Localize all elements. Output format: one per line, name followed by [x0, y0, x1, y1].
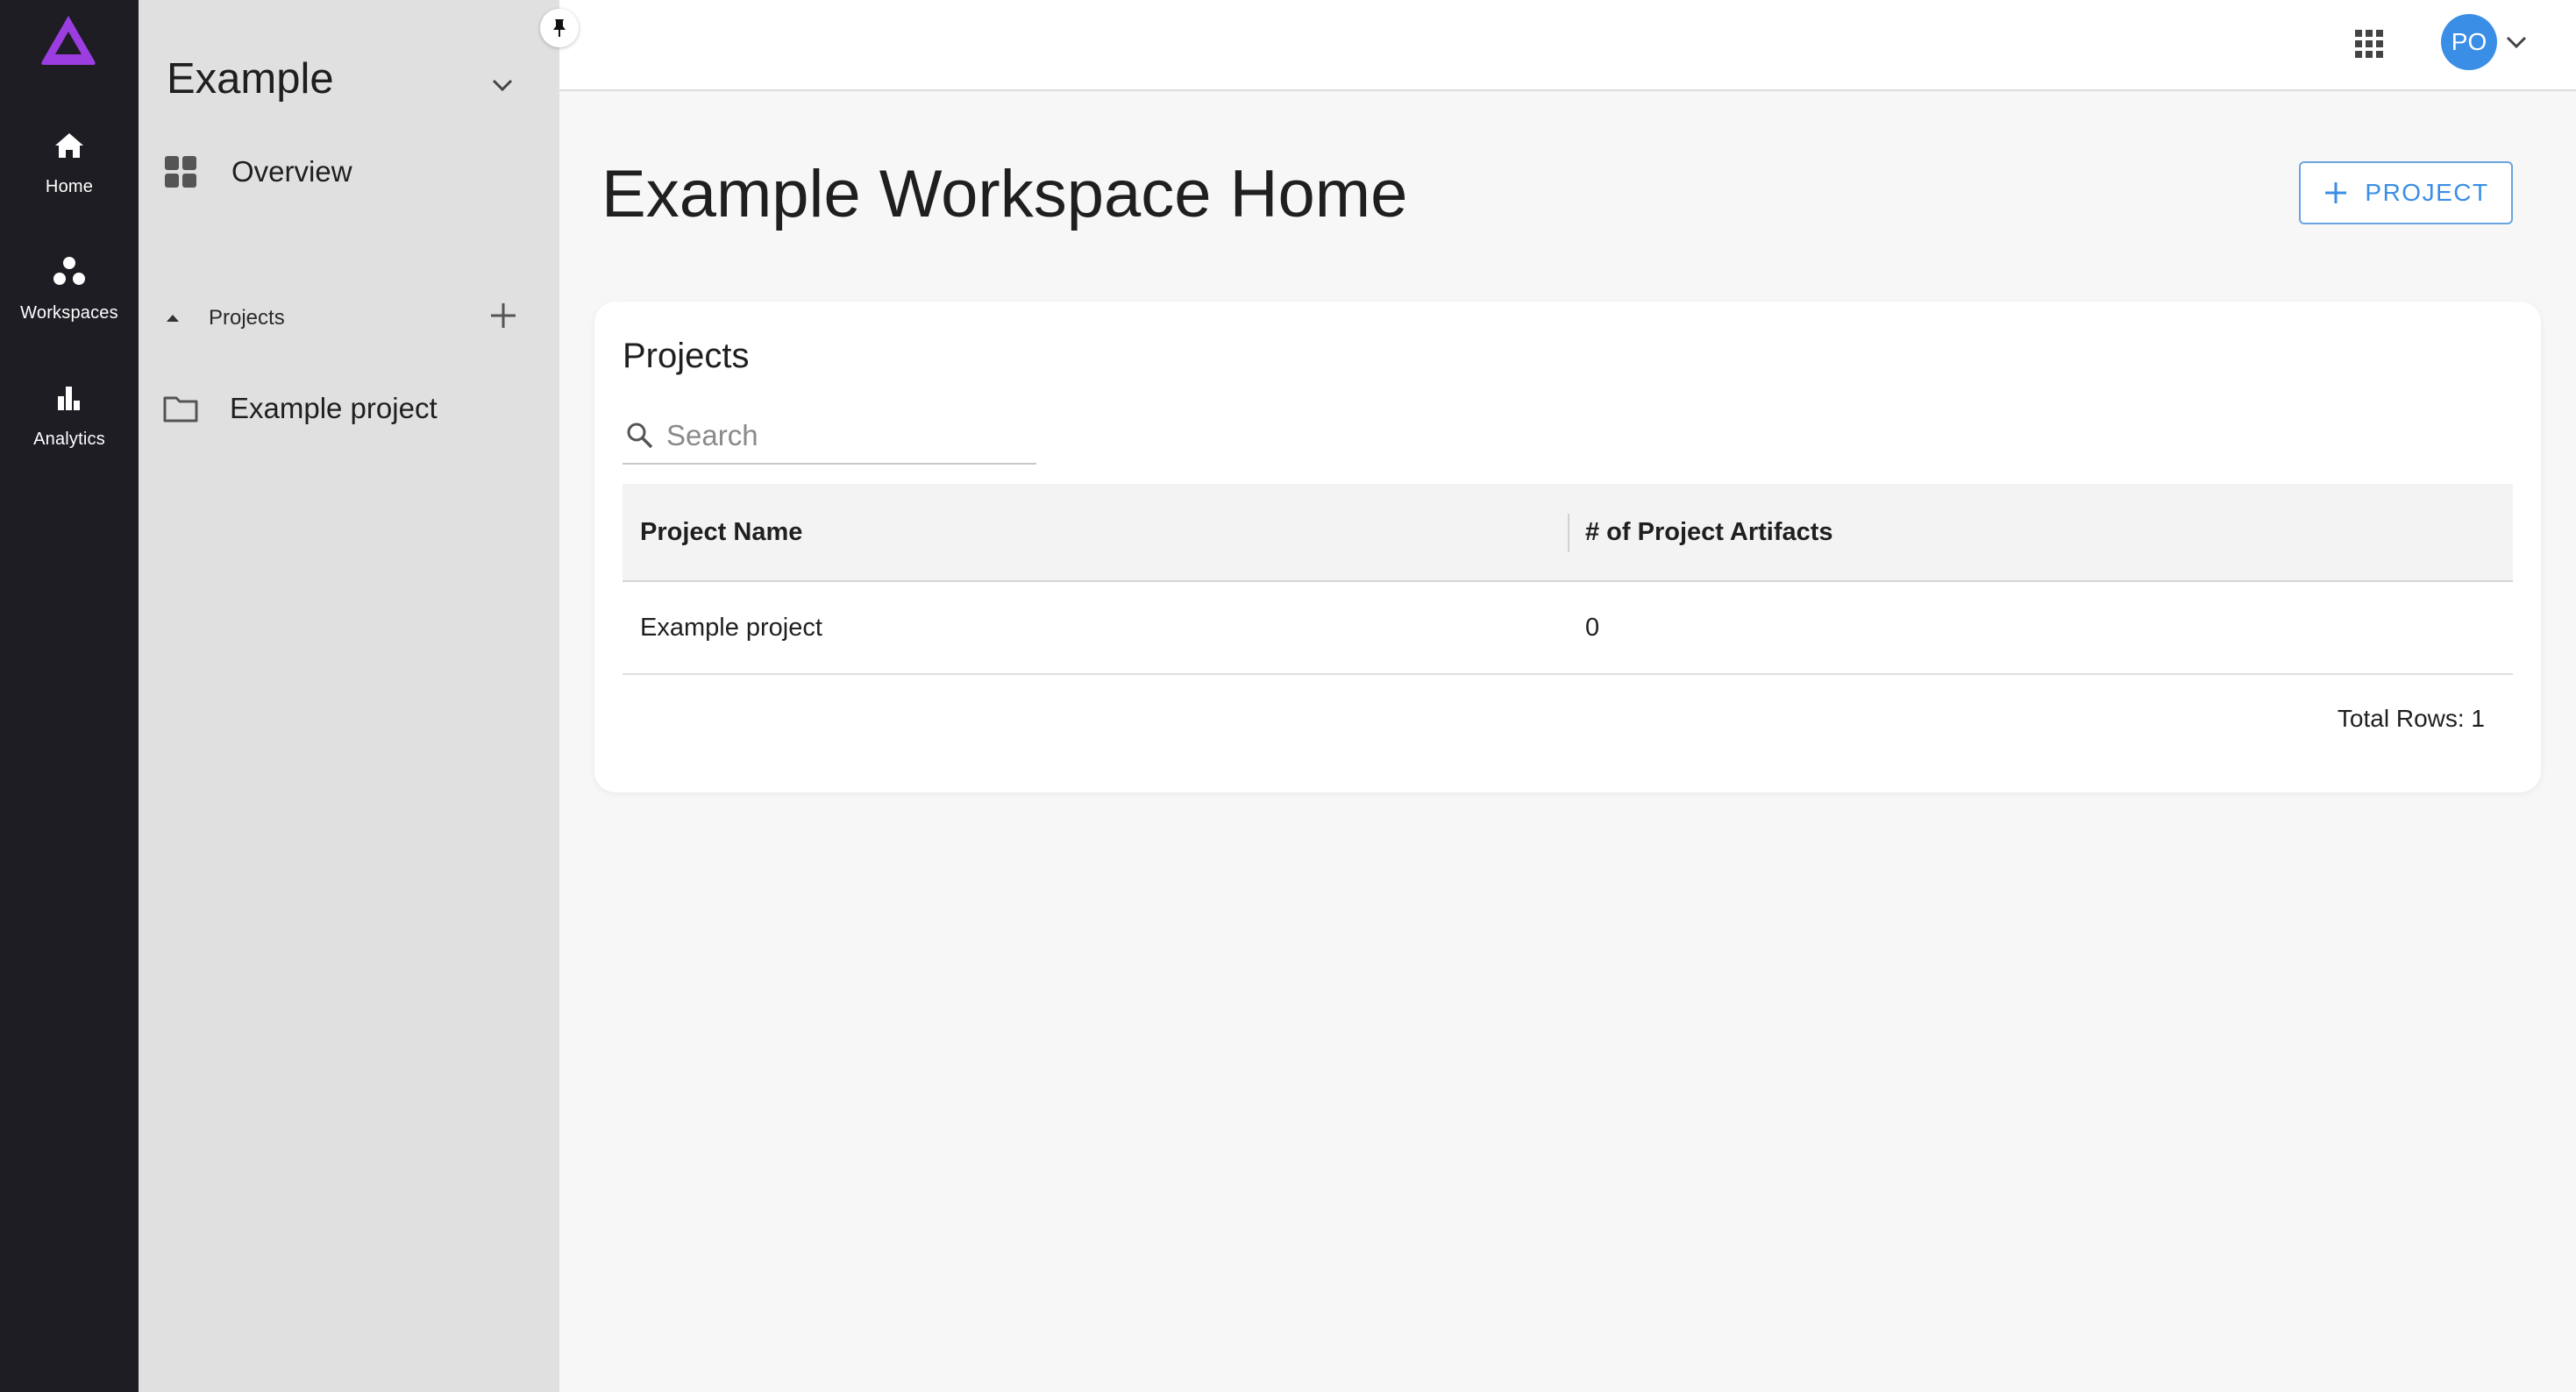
pin-sidebar-button[interactable]: [540, 9, 579, 47]
add-project-plus-icon[interactable]: [486, 298, 521, 333]
analytics-icon: [58, 387, 80, 410]
add-project-button-label: PROJECT: [2365, 179, 2489, 206]
rail-item-workspaces[interactable]: Workspaces: [0, 249, 139, 354]
search-field: [623, 408, 1036, 465]
cell-artifact-count: 0: [1585, 613, 1600, 642]
workspace-name[interactable]: Example: [167, 54, 334, 103]
workspaces-icon: [53, 257, 85, 285]
top-bar: [559, 0, 2576, 91]
home-icon: [55, 133, 83, 158]
caret-up-icon[interactable]: [163, 309, 182, 328]
rail-item-home[interactable]: Home: [0, 123, 139, 228]
sidebar-projects-header: Projects: [163, 296, 531, 340]
rail-item-analytics[interactable]: Analytics: [0, 375, 139, 480]
rail-item-label: Workspaces: [20, 303, 118, 323]
search-icon: [627, 423, 653, 449]
sidebar-item-label: Overview: [231, 155, 352, 188]
sidebar-item-overview[interactable]: Overview: [163, 146, 540, 198]
projects-card-title: Projects: [623, 337, 750, 375]
app-logo-icon[interactable]: [39, 12, 98, 68]
pin-icon: [553, 19, 566, 37]
projects-card: Projects Project Name # of Project Artif…: [594, 302, 2541, 792]
apps-grid-icon[interactable]: [2352, 26, 2387, 61]
plus-icon: [2325, 182, 2347, 203]
dashboard-grid-icon: [165, 156, 196, 188]
search-input[interactable]: [666, 419, 1017, 452]
rail-item-label: Home: [45, 177, 94, 196]
add-project-button[interactable]: PROJECT: [2299, 161, 2513, 224]
table-row[interactable]: Example project 0: [623, 582, 2513, 675]
column-header-artifacts[interactable]: # of Project Artifacts: [1568, 518, 2513, 547]
page-title: Example Workspace Home: [601, 157, 1408, 231]
user-avatar[interactable]: PO: [2441, 14, 2497, 70]
column-header-project-name[interactable]: Project Name: [623, 518, 1568, 547]
sidebar-item-label: Example project: [230, 392, 438, 424]
total-rows-count: Total Rows: 1: [2337, 705, 2485, 732]
app-root: Home Workspaces Analytics Example Overvi…: [0, 0, 2576, 1392]
workspace-sidebar: [139, 0, 559, 1392]
primary-nav-rail: Home Workspaces Analytics: [0, 0, 139, 1392]
folder-icon: [163, 396, 198, 423]
sidebar-projects-label: Projects: [209, 306, 285, 330]
projects-table: Project Name # of Project Artifacts Exam…: [623, 484, 2513, 675]
chevron-down-icon[interactable]: [486, 68, 519, 102]
rail-item-label: Analytics: [33, 430, 105, 449]
column-divider[interactable]: [1568, 514, 1569, 552]
sidebar-item-example-project[interactable]: Example project: [161, 382, 538, 435]
cell-project-name: Example project: [640, 613, 822, 642]
chevron-down-icon[interactable]: [2501, 26, 2532, 58]
table-header-row: Project Name # of Project Artifacts: [623, 484, 2513, 582]
